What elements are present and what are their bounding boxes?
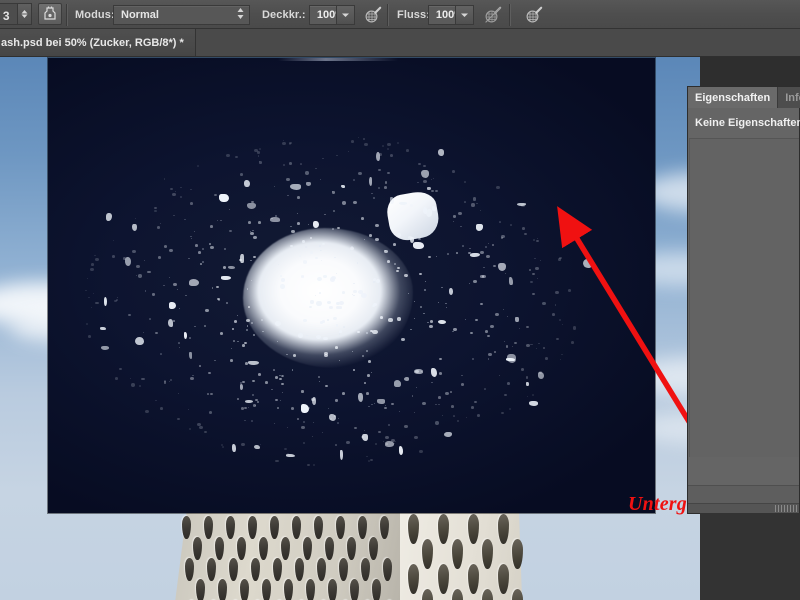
dock-panel-footer (688, 485, 799, 513)
grater-hole (306, 579, 316, 600)
photoshop-window: 3 Modus: Normal Deckkr.: 100% Fluss: 100… (0, 0, 800, 600)
airbrush-toggle-icon[interactable] (481, 4, 505, 26)
grater-hole (372, 579, 382, 600)
dock-tab-strip: Eigenschaften Info (688, 87, 800, 108)
grater-hole (196, 579, 206, 600)
document-tab-bar: ash.psd bei 50% (Zucker, RGB/8*) * (0, 29, 800, 57)
flow-label: Fluss: (397, 9, 430, 21)
divider (66, 4, 68, 26)
tab-eigenschaften[interactable]: Eigenschaften (688, 87, 779, 108)
pressure-size-icon[interactable] (522, 4, 546, 26)
sugar-pile (243, 228, 413, 368)
dock-panel-footer-strip (688, 503, 799, 513)
grater-hole (262, 579, 272, 600)
airbrush-icon[interactable] (38, 3, 62, 25)
grater-hole (272, 558, 282, 581)
grater-hole (218, 579, 228, 600)
opacity-chevron-down-icon[interactable] (336, 5, 355, 25)
app-background-bottom-right (700, 513, 800, 600)
grater-hole (240, 579, 250, 600)
grater-hole (206, 558, 216, 581)
opacity-label: Deckkr.: (262, 9, 306, 21)
grater-hole (228, 558, 238, 581)
properties-dock-panel: Eigenschaften Info Keine Eigenschaften (687, 86, 800, 514)
divider (509, 4, 511, 26)
grater-hole (316, 558, 326, 581)
tab-eigenschaften-label: Eigenschaften (695, 91, 771, 104)
grater-hole (512, 539, 523, 569)
properties-content-area (689, 138, 799, 457)
document-tab-label: ash.psd bei 50% (Zucker, RGB/8*) * (1, 36, 184, 49)
grater-hole (250, 558, 260, 581)
tab-info[interactable]: Info (778, 87, 800, 108)
blend-mode-value: Normal (121, 9, 159, 21)
grater-hole (284, 579, 294, 600)
blend-mode-select[interactable]: Normal (113, 5, 250, 25)
stepper-updown-icon[interactable] (236, 7, 245, 23)
tool-options-bar: 3 Modus: Normal Deckkr.: 100% Fluss: 100… (0, 0, 800, 29)
dock-panel-body: Keine Eigenschaften (688, 108, 800, 485)
tab-info-label: Info (785, 91, 800, 104)
properties-empty-message: Keine Eigenschaften (695, 117, 800, 129)
pressure-opacity-icon[interactable] (361, 4, 385, 26)
flow-chevron-down-icon[interactable] (455, 5, 474, 25)
document-tab[interactable]: ash.psd bei 50% (Zucker, RGB/8*) * (0, 29, 196, 56)
grater-hole (338, 558, 348, 581)
divider (387, 4, 389, 26)
resize-grip-icon[interactable] (775, 505, 797, 512)
grater-object (168, 512, 528, 600)
grater-hole (184, 558, 194, 581)
brush-size-stepper[interactable]: 3 (0, 3, 32, 25)
grater-hole (350, 579, 360, 600)
grater-hole (360, 558, 370, 581)
sugar-photo-layer (48, 58, 655, 513)
mode-label: Modus: (75, 9, 115, 21)
grater-hole (294, 558, 304, 581)
grater-hole (328, 579, 338, 600)
grater-hole (382, 558, 392, 581)
chevron-updown-icon[interactable] (17, 3, 32, 25)
photo-top-highlight (278, 58, 398, 61)
canvas-area[interactable]: Untergrund (0, 57, 800, 600)
brush-size-value[interactable]: 3 (0, 3, 18, 25)
